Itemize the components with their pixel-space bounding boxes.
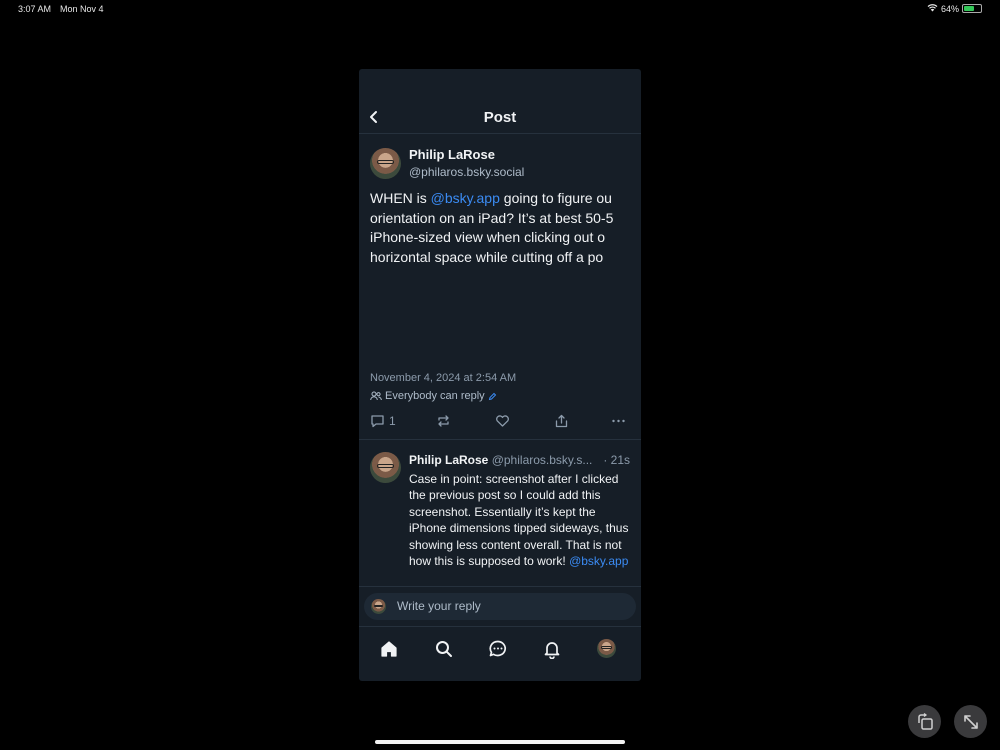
chat-icon <box>489 640 506 657</box>
wifi-icon <box>927 3 938 14</box>
tab-profile[interactable] <box>595 637 619 661</box>
battery-percent: 64% <box>940 3 959 14</box>
home-icon <box>381 641 397 657</box>
tab-notifications[interactable] <box>540 637 564 661</box>
post-text-line: orientation on an iPad? It’s at best 50-… <box>370 209 614 226</box>
battery-icon <box>962 4 982 13</box>
home-indicator[interactable] <box>375 740 625 744</box>
bell-icon <box>544 642 560 659</box>
reply-count: 1 <box>389 414 396 428</box>
status-right: 64% <box>927 3 982 14</box>
reply-setting[interactable]: Everybody can reply <box>370 390 497 402</box>
profile-avatar <box>597 639 616 658</box>
status-bar: 3:07 AM Mon Nov 4 64% <box>0 0 1000 18</box>
search-icon <box>436 641 452 657</box>
status-time: 3:07 AM <box>18 4 52 14</box>
comment-icon <box>371 415 384 428</box>
reply-button[interactable]: 1 <box>370 414 396 428</box>
status-date: Mon Nov 4 <box>60 4 104 14</box>
post-text-line: iPhone-sized view when clicking out o <box>370 229 606 245</box>
post-text-line: WHEN is @bsky.app going to figure ou <box>370 190 612 206</box>
rotate-button[interactable] <box>908 705 941 738</box>
tab-bar <box>359 626 641 681</box>
page-title: Post <box>483 109 517 126</box>
reply-author-handle: @philaros.bsky.s... <box>491 453 593 467</box>
post-actions: 1 <box>359 410 641 440</box>
composer-avatar <box>371 599 386 614</box>
ellipsis-icon <box>612 419 625 423</box>
tab-chat[interactable] <box>486 637 510 661</box>
mention-link[interactable]: @bsky.app <box>431 190 500 206</box>
reply-setting-label: Everybody can reply <box>385 390 485 402</box>
post-text-line: horizontal space while cutting off a po <box>370 248 604 265</box>
app-window: Post Philip LaRose @philaros.bsky.social… <box>359 69 641 681</box>
reply-avatar[interactable] <box>370 452 401 483</box>
expand-icon <box>963 714 978 729</box>
rotate-icon <box>917 712 933 730</box>
share-icon <box>555 414 568 428</box>
expand-button[interactable] <box>954 705 987 738</box>
tab-home[interactable] <box>377 637 401 661</box>
more-button[interactable] <box>611 414 626 428</box>
post-text: WHEN is @bsky.app going to figure ou ori… <box>370 189 641 267</box>
like-button[interactable] <box>495 414 510 428</box>
avatar[interactable] <box>370 148 401 179</box>
composer-bar: Write your reply <box>359 586 641 626</box>
heart-icon <box>496 415 509 427</box>
mention-link[interactable]: @bsky.app <box>569 554 628 568</box>
author-name[interactable]: Philip LaRose <box>409 147 495 162</box>
reply-author[interactable]: Philip LaRose @philaros.bsky.s... <box>409 453 634 467</box>
author-handle[interactable]: @philaros.bsky.social <box>409 165 524 179</box>
pencil-icon <box>488 392 496 400</box>
reply-time: · 21s <box>601 453 630 467</box>
repost-button[interactable] <box>436 414 451 428</box>
reply-composer[interactable]: Write your reply <box>364 593 636 620</box>
reply-input[interactable]: Write your reply <box>397 599 481 613</box>
post-timestamp: November 4, 2024 at 2:54 AM <box>370 372 517 384</box>
tab-search[interactable] <box>432 637 456 661</box>
repost-icon <box>438 415 449 427</box>
header: Post <box>359 69 641 134</box>
people-icon <box>370 391 382 401</box>
reply-author-name: Philip LaRose <box>409 453 489 467</box>
share-button[interactable] <box>554 414 569 428</box>
reply-text: Case in point: screenshot after I clicke… <box>409 472 629 569</box>
